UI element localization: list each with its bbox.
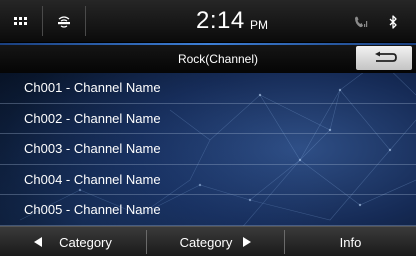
menu-button[interactable] xyxy=(0,0,42,43)
next-category-label: Category xyxy=(179,234,233,250)
clock-ampm: PM xyxy=(250,18,268,32)
status-bar: 2:14 PM xyxy=(0,0,416,43)
title-bar: Rock(Channel) xyxy=(0,43,416,73)
status-separator xyxy=(85,6,86,36)
clock-time: 2:14 xyxy=(196,7,245,34)
channel-list-item[interactable]: Ch005 - Channel Name xyxy=(0,195,416,226)
phone-signal-icon xyxy=(355,16,368,27)
bluetooth-indicator xyxy=(378,0,408,43)
right-arrow-icon xyxy=(243,237,252,247)
info-label: Info xyxy=(339,234,362,250)
channel-list-item[interactable]: Ch004 - Channel Name xyxy=(0,165,416,196)
channel-label: Ch003 - Channel Name xyxy=(24,141,161,157)
channel-label: Ch001 - Channel Name xyxy=(24,80,161,95)
channel-list-item[interactable]: Ch002 - Channel Name xyxy=(0,104,416,135)
channel-label: Ch002 - Channel Name xyxy=(24,110,161,126)
title-accent-line xyxy=(0,43,416,45)
menu-grid-icon xyxy=(14,16,27,25)
phone-signal-indicator xyxy=(344,0,378,43)
channel-list-item[interactable]: Ch001 - Channel Name xyxy=(0,73,416,104)
source-indicator[interactable] xyxy=(43,0,85,43)
radio-screen: 2:14 PM Rock(Channel) Ch001 - Channel Na… xyxy=(0,0,416,256)
left-arrow-icon xyxy=(34,237,43,247)
previous-category-label: Category xyxy=(59,234,112,250)
siriusxm-icon xyxy=(58,15,70,28)
info-button[interactable]: Info xyxy=(285,227,416,256)
channel-list: Ch001 - Channel Name Ch002 - Channel Nam… xyxy=(0,73,416,226)
next-category-button[interactable]: Category xyxy=(147,227,284,256)
previous-category-button[interactable]: Category xyxy=(0,227,146,256)
channel-label: Ch004 - Channel Name xyxy=(24,171,161,187)
return-arrow-icon xyxy=(375,51,397,62)
channel-list-item[interactable]: Ch003 - Channel Name xyxy=(0,134,416,165)
channel-label: Ch005 - Channel Name xyxy=(24,202,161,218)
page-title: Rock(Channel) xyxy=(177,52,259,66)
bottom-bar: Category Category Info xyxy=(0,226,416,256)
bluetooth-icon xyxy=(389,14,397,29)
back-button[interactable] xyxy=(356,46,412,70)
